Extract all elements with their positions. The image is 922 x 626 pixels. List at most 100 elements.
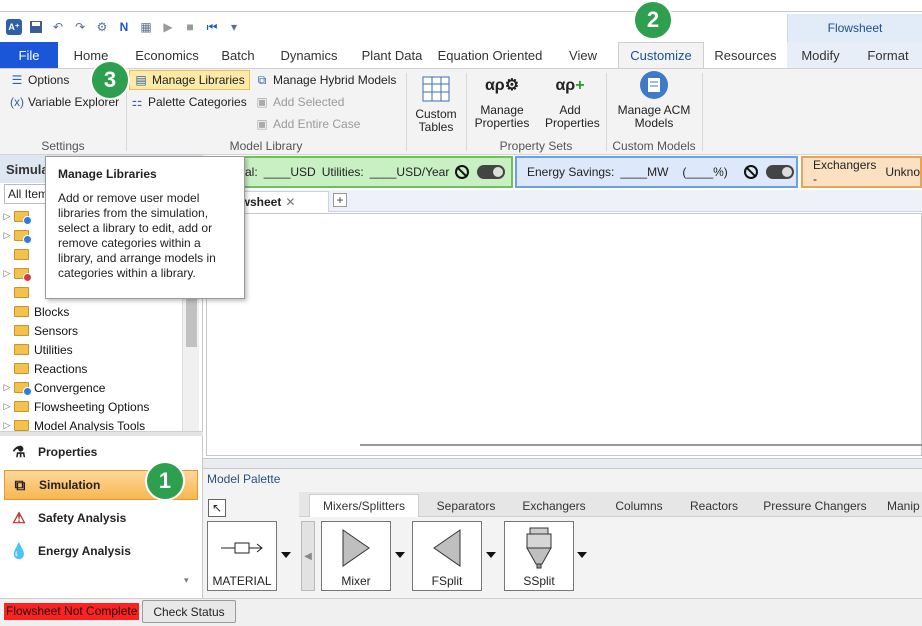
- tab-economics[interactable]: Economics: [124, 42, 210, 68]
- dropdown-arrow-icon[interactable]: [577, 552, 587, 558]
- scrollbar-thumb[interactable]: [186, 297, 197, 347]
- expand-icon[interactable]: ▷: [0, 211, 14, 222]
- save-icon[interactable]: [28, 19, 44, 35]
- folder-icon: [14, 325, 29, 336]
- tree-node-convergence[interactable]: ▷ Convergence: [0, 378, 182, 397]
- undo-icon[interactable]: ↶: [50, 19, 66, 35]
- tab-format[interactable]: Format: [854, 42, 922, 68]
- canvas-horizontal-scrollbar[interactable]: [360, 444, 922, 446]
- options-button[interactable]: ☰ Options: [10, 70, 70, 90]
- tab-mixers-splitters[interactable]: Mixers/Splitters: [309, 494, 419, 517]
- exchangers-indicator[interactable]: Exchangers - Unkno: [801, 156, 922, 188]
- nav-energy-analysis[interactable]: 💧 Energy Analysis: [4, 536, 198, 566]
- tab-equation-oriented[interactable]: Equation Oriented: [432, 42, 548, 68]
- manage-acm-models-button[interactable]: Manage ACM Models: [612, 69, 696, 130]
- network-icon[interactable]: ⚙: [94, 19, 110, 35]
- energy-toggle[interactable]: [765, 165, 794, 179]
- add-entire-case-button[interactable]: ▣ Add Entire Case: [255, 114, 360, 134]
- folder-icon: [14, 363, 29, 374]
- tab-view[interactable]: View: [548, 42, 618, 68]
- tab-file[interactable]: File: [0, 42, 58, 68]
- expand-icon[interactable]: ▷: [0, 268, 14, 279]
- options-label: Options: [28, 73, 70, 87]
- tab-batch[interactable]: Batch: [210, 42, 266, 68]
- energy-savings-indicator[interactable]: Energy Savings: ____MW (____%): [515, 156, 798, 188]
- app-icon[interactable]: A⁺: [6, 19, 22, 35]
- expand-icon[interactable]: ▷: [0, 382, 14, 393]
- dropdown-arrow-icon[interactable]: [486, 552, 496, 558]
- manage-properties-button[interactable]: αρ⚙ Manage Properties: [472, 69, 532, 130]
- tree-node-label: Blocks: [34, 304, 70, 319]
- stop-icon[interactable]: ■: [182, 19, 198, 35]
- expand-icon[interactable]: ▷: [0, 401, 14, 412]
- palette-item-fsplit[interactable]: FSplit: [412, 521, 482, 591]
- tab-modify[interactable]: Modify: [787, 42, 854, 68]
- cost-toggle[interactable]: [477, 165, 506, 179]
- palette-scroll-left-icon[interactable]: ◀: [301, 521, 315, 591]
- expand-icon[interactable]: ▷: [0, 230, 14, 241]
- tab-separators[interactable]: Separators: [423, 494, 509, 517]
- tab-resources[interactable]: Resources: [704, 42, 787, 68]
- cost-indicator[interactable]: al: ____USD Utilities: ____USD/Year: [203, 156, 513, 188]
- palette-splitter[interactable]: [203, 458, 922, 468]
- settings-group-label: Settings: [41, 139, 85, 153]
- tree-node-blocks[interactable]: Blocks: [0, 302, 182, 321]
- navigation-splitter[interactable]: [0, 431, 203, 436]
- dropdown-arrow-icon[interactable]: [281, 552, 291, 558]
- palette-item-ssplit[interactable]: SSplit: [504, 521, 574, 591]
- tab-exchangers[interactable]: Exchangers: [509, 494, 599, 517]
- palette-item-material[interactable]: MATERIAL: [207, 521, 277, 591]
- custom-tables-button[interactable]: Custom Tables: [410, 73, 462, 134]
- manage-libraries-tooltip: Manage Libraries Add or remove user mode…: [45, 156, 245, 299]
- tree-node-reactions[interactable]: Reactions: [0, 359, 182, 378]
- mixer-icon: [339, 522, 373, 574]
- flowsheet-canvas[interactable]: [206, 213, 922, 456]
- add-tab-icon[interactable]: +: [333, 193, 347, 207]
- step-badge-1: 1: [145, 461, 185, 501]
- custom-models-group-label: Custom Models: [612, 139, 696, 153]
- exchangers-label: Exchangers -: [813, 158, 877, 186]
- tab-manipulators[interactable]: Manip: [881, 494, 922, 517]
- palette-item-label: SSplit: [523, 574, 555, 588]
- redo-icon[interactable]: ↷: [72, 19, 88, 35]
- utilities-label: Utilities:: [321, 165, 364, 179]
- check-status-button[interactable]: Check Status: [142, 600, 236, 623]
- reset-icon[interactable]: ⏮: [204, 19, 220, 35]
- model-palette: Model Palette ↖ Mixers/Splitters Separat…: [203, 468, 922, 598]
- ribbon-separator: [702, 73, 703, 151]
- expand-icon[interactable]: ▷: [0, 420, 14, 431]
- tree-node-sensors[interactable]: Sensors: [0, 321, 182, 340]
- add-selected-button[interactable]: ▣ Add Selected: [255, 92, 344, 112]
- add-selected-icon: ▣: [256, 95, 268, 109]
- nav-safety-analysis[interactable]: ⚠ Safety Analysis: [4, 503, 198, 533]
- close-icon[interactable]: ✕: [285, 195, 295, 209]
- fsplit-icon: [430, 522, 464, 574]
- tab-pressure-changers[interactable]: Pressure Changers: [749, 494, 881, 517]
- form-icon[interactable]: ▦: [138, 19, 154, 35]
- tree-node-utilities[interactable]: Utilities: [0, 340, 182, 359]
- add-selected-label: Add Selected: [273, 95, 345, 109]
- tooltip-title: Manage Libraries: [58, 167, 157, 181]
- manage-libraries-button[interactable]: ▤ Manage Libraries: [129, 70, 250, 90]
- run-icon[interactable]: ▶: [160, 19, 176, 35]
- palette-item-mixer[interactable]: Mixer: [321, 521, 391, 591]
- customize-qat-icon[interactable]: ▾: [226, 19, 242, 35]
- manage-hybrid-models-button[interactable]: ⧉ Manage Hybrid Models: [255, 70, 397, 90]
- palette-categories-icon: ⚏: [131, 95, 143, 109]
- variable-explorer-icon: (x): [10, 95, 24, 109]
- tab-dynamics[interactable]: Dynamics: [266, 42, 352, 68]
- add-properties-button[interactable]: αρ + Add Properties: [540, 69, 600, 130]
- tree-node-label: Flowsheeting Options: [34, 399, 150, 414]
- material-stream-icon: [219, 522, 265, 574]
- more-nav-icon[interactable]: ▾: [184, 575, 189, 586]
- palette-categories-button[interactable]: ⚏ Palette Categories: [130, 92, 247, 112]
- tab-columns[interactable]: Columns: [599, 494, 679, 517]
- tree-node-flowsheeting-options[interactable]: ▷ Flowsheeting Options: [0, 397, 182, 416]
- pointer-tool-icon[interactable]: ↖: [208, 499, 226, 517]
- tab-plant-data[interactable]: Plant Data: [352, 42, 432, 68]
- next-icon[interactable]: N: [116, 19, 132, 35]
- error-status-icon: [23, 273, 32, 282]
- dropdown-arrow-icon[interactable]: [395, 552, 405, 558]
- tab-customize[interactable]: Customize: [618, 42, 704, 68]
- tab-reactors[interactable]: Reactors: [679, 494, 749, 517]
